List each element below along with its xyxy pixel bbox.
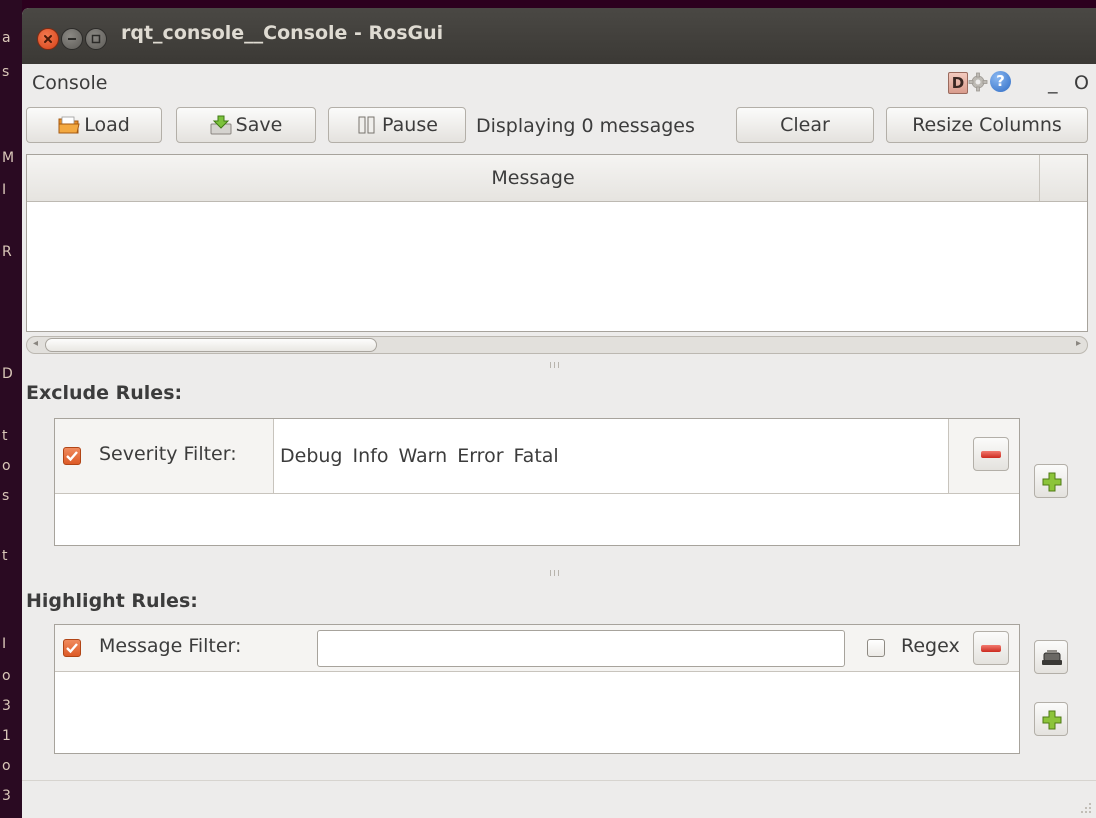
desktop-text-fragment: D [2,366,13,382]
desktop-text-fragment: 3 [2,788,11,804]
splitter-handle[interactable] [550,570,564,578]
desktop-text-fragment: a [2,30,11,46]
severity-filter-checkbox[interactable] [63,447,81,465]
desktop-text-fragment: o [2,758,11,774]
severity-info[interactable]: Info [352,445,388,467]
folder-icon [58,116,80,134]
severity-filter-row: Severity Filter: Debug Info Warn Error F… [55,419,1019,494]
message-filter-label: Message Filter: [99,635,242,657]
desktop-text-fragment: R [2,244,12,260]
save-button-label: Save [235,114,283,136]
message-table[interactable]: Message [26,154,1088,332]
desktop-text-fragment: 3 [2,698,11,714]
gear-icon[interactable] [968,72,988,92]
message-count-status: Displaying 0 messages [476,115,695,137]
message-filter-row: Message Filter: Regex [55,625,1019,672]
pause-icon [358,116,375,134]
exclude-rules-heading: Exclude Rules: [26,382,183,404]
exclude-rules-list[interactable]: Severity Filter: Debug Info Warn Error F… [54,418,1020,546]
scrollbar-thumb[interactable] [45,338,377,352]
minus-icon [981,645,1001,652]
severity-error[interactable]: Error [457,445,503,467]
desktop-text-fragment: I [2,182,7,198]
highlight-rules-heading: Highlight Rules: [26,590,198,612]
save-icon [210,115,232,135]
resize-grip-icon[interactable] [1078,800,1092,814]
desktop-text-fragment: s [2,64,10,80]
resize-columns-button-label: Resize Columns [912,114,1062,136]
debug-icon[interactable]: D [948,72,968,94]
add-exclude-rule-button[interactable] [1034,464,1068,498]
severity-debug[interactable]: Debug [280,445,342,467]
highlight-rules-list[interactable]: Message Filter: Regex [54,624,1020,754]
load-button-label: Load [84,114,130,136]
splitter-handle[interactable] [550,362,564,370]
checkmark-icon [66,451,78,462]
column-header-message[interactable]: Message [27,155,1040,201]
clear-button-label: Clear [780,114,830,136]
checkmark-icon [66,643,78,654]
minimize-icon [68,38,76,40]
scroll-right-icon[interactable]: ▸ [1076,338,1081,349]
remove-exclude-rule-button[interactable] [973,437,1009,471]
clear-button[interactable]: Clear [736,107,874,143]
desktop-text-fragment: o [2,668,11,684]
message-filter-input[interactable] [317,630,845,667]
clear-highlight-rules-button[interactable] [1034,640,1068,674]
desktop-text-fragment: t [2,428,8,444]
window-close-button[interactable] [37,28,59,50]
desktop-text-fragment: o [2,458,11,474]
severity-warn[interactable]: Warn [398,445,447,467]
close-icon [44,35,52,43]
desktop-background-strip: a s M I R D t o s t I o 3 1 o 3 [0,0,22,818]
regex-checkbox[interactable] [867,639,885,657]
desktop-text-fragment: I [2,636,7,652]
load-button[interactable]: Load [26,107,162,143]
status-bar-divider [22,780,1096,781]
pane-close-button[interactable]: O [1074,72,1089,94]
desktop-text-fragment: M [2,150,15,166]
severity-filter-label: Severity Filter: [99,443,237,465]
plus-icon [1042,472,1062,492]
desktop-text-fragment: t [2,548,8,564]
eraser-icon [1042,650,1062,665]
pause-button-label: Pause [382,114,438,136]
minus-icon [981,451,1001,458]
save-button[interactable]: Save [176,107,316,143]
maximize-icon [91,34,101,44]
table-header: Message [27,155,1087,202]
window-minimize-button[interactable] [61,28,83,50]
pane-title: Console [32,72,108,94]
regex-label: Regex [901,635,960,657]
horizontal-scrollbar[interactable]: ◂ ▸ [26,336,1088,354]
desktop-text-fragment: s [2,488,10,504]
app-window: rqt_console__Console - RosGui Console D … [22,8,1096,818]
window-titlebar[interactable]: rqt_console__Console - RosGui [22,8,1096,64]
scroll-left-icon[interactable]: ◂ [33,338,38,349]
message-filter-checkbox[interactable] [63,639,81,657]
add-highlight-rule-button[interactable] [1034,702,1068,736]
severity-levels-list[interactable]: Debug Info Warn Error Fatal [273,419,949,493]
help-icon[interactable]: ? [990,71,1011,92]
remove-highlight-rule-button[interactable] [973,631,1009,665]
window-maximize-button[interactable] [85,28,107,50]
pause-button[interactable]: Pause [328,107,466,143]
severity-fatal[interactable]: Fatal [514,445,559,467]
resize-columns-button[interactable]: Resize Columns [886,107,1088,143]
window-title: rqt_console__Console - RosGui [121,22,444,44]
pane-minimize-button[interactable]: _ [1048,72,1058,94]
plus-icon [1042,710,1062,730]
desktop-text-fragment: 1 [2,728,11,744]
